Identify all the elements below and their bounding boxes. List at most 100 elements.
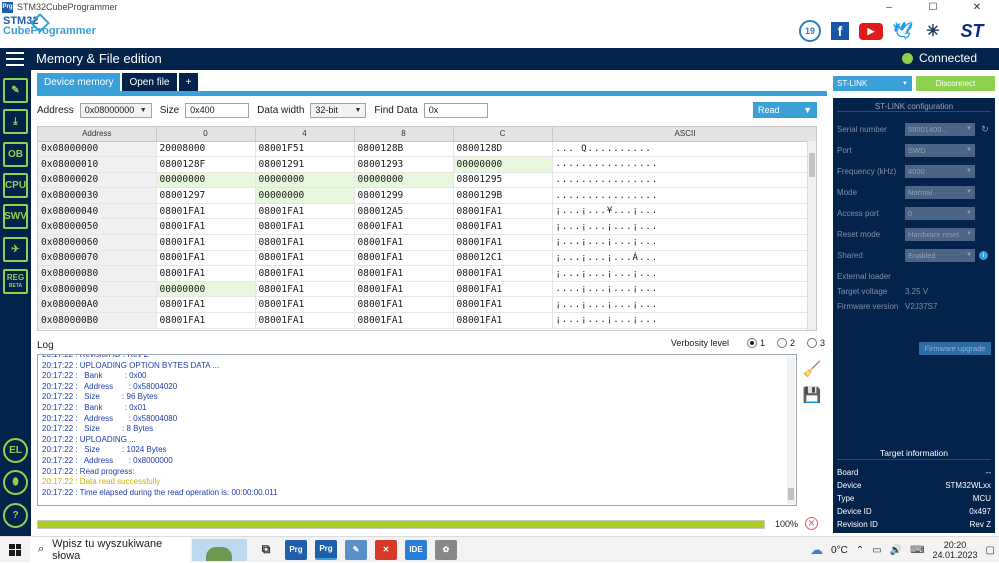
memory-row[interactable]: 0x08000020 00000000 00000000 00000000 080012… xyxy=(38,172,816,189)
show-hidden-icons-icon[interactable]: ⌃ xyxy=(856,545,864,556)
memory-address-cell[interactable]: 0x080000A0 xyxy=(38,296,157,314)
memory-row[interactable]: 0x08000090 00000000 08001FA1 08001FA1 08001F… xyxy=(38,281,816,298)
memory-word-cell[interactable]: 08001FA1 xyxy=(255,281,355,298)
sidebar-cpu-icon[interactable]: CPU xyxy=(3,173,28,198)
sidebar-download-icon[interactable]: ⤓ xyxy=(3,109,28,134)
clear-log-broom-icon[interactable]: 🧹 xyxy=(803,360,822,378)
scrollbar-thumb[interactable] xyxy=(809,153,815,177)
memory-word-cell[interactable]: 08001FA1 xyxy=(156,312,256,329)
memory-word-cell[interactable]: 08001FA1 xyxy=(255,250,355,267)
taskbar-search[interactable]: ⌕ Wpisz tu wyszukiwane słowa xyxy=(30,536,190,563)
sidebar-ob-icon[interactable]: OB xyxy=(3,142,28,167)
memory-row[interactable]: 0x08000080 08001FA1 08001FA1 08001FA1 08001F… xyxy=(38,265,816,282)
memory-word-cell[interactable]: 20008000 xyxy=(156,141,256,158)
memory-row[interactable]: 0x08000030 08001297 00000000 08001299 080012… xyxy=(38,187,816,204)
memory-row[interactable]: 0x08000050 08001FA1 08001FA1 08001FA1 08001F… xyxy=(38,218,816,236)
memory-word-cell[interactable]: 08001FA1 xyxy=(156,218,256,236)
memory-address-cell[interactable]: 0x08000020 xyxy=(38,172,157,189)
network-tray-icon[interactable]: ▭ xyxy=(872,545,881,556)
memory-word-cell[interactable]: 08001FA1 xyxy=(453,218,553,236)
memory-ascii-cell[interactable]: ¡...¡...¡...¡... xyxy=(552,218,816,236)
tab-open-file[interactable]: Open file xyxy=(122,73,177,91)
col-header-4[interactable]: 4 xyxy=(255,127,355,142)
memory-row[interactable]: 0x080000A0 08001FA1 08001FA1 08001FA1 08001F… xyxy=(38,296,816,314)
memory-ascii-cell[interactable]: ¡...¡...¡...Á... xyxy=(552,250,816,267)
verbosity-option-3[interactable]: 3 xyxy=(806,338,825,348)
memory-word-cell[interactable]: 08001FA1 xyxy=(255,265,355,282)
twitter-icon[interactable]: 🕊 xyxy=(893,22,913,40)
taskbar-tool-icon[interactable]: ✕ xyxy=(375,539,397,560)
info-icon[interactable]: i xyxy=(979,250,988,260)
memory-word-cell[interactable]: 08001297 xyxy=(156,187,256,204)
memory-word-cell[interactable]: 00000000 xyxy=(156,172,256,189)
memory-scrollbar[interactable] xyxy=(807,141,816,330)
memory-word-cell[interactable]: 08001FA1 xyxy=(453,281,553,298)
config-dropdown[interactable]: SWD ▼ xyxy=(905,143,975,157)
memory-ascii-cell[interactable]: ¡...¡...¡...¡... xyxy=(552,296,816,314)
memory-row[interactable]: 0x08000040 08001FA1 08001FA1 080012A5 08001F… xyxy=(38,203,816,220)
hamburger-menu-icon[interactable] xyxy=(6,52,24,66)
memory-word-cell[interactable]: 0800129B xyxy=(453,187,553,204)
memory-row[interactable]: 0x080000B0 08001FA1 08001FA1 08001FA1 08001F… xyxy=(38,312,816,329)
taskbar-clock[interactable]: 20:20 24.01.2023 xyxy=(933,540,978,560)
col-header-0[interactable]: 0 xyxy=(156,127,256,142)
memory-word-cell[interactable]: 08001FA1 xyxy=(453,265,553,282)
refresh-icon[interactable]: ↻ xyxy=(979,123,991,135)
notifications-icon[interactable]: ▢ xyxy=(986,545,995,556)
config-dropdown[interactable]: Normal ▼ xyxy=(905,185,975,199)
log-scrollbar[interactable] xyxy=(787,356,795,504)
sidebar-fuota-icon[interactable]: ✈ xyxy=(3,237,28,262)
memory-ascii-cell[interactable]: ¡...¡...¡...¡... xyxy=(552,265,816,282)
memory-word-cell[interactable]: 08001FA1 xyxy=(255,296,355,314)
memory-ascii-cell[interactable]: ¡...¡...¡...¡... xyxy=(552,312,816,329)
config-dropdown[interactable]: Enabled ▼ xyxy=(905,248,975,262)
memory-ascii-cell[interactable]: ................ xyxy=(552,172,816,189)
memory-word-cell[interactable]: 08001FA1 xyxy=(354,250,454,267)
probe-select[interactable]: ST-LINK ▼ xyxy=(833,76,912,91)
memory-word-cell[interactable]: 08001F51 xyxy=(255,141,355,158)
facebook-icon[interactable]: f xyxy=(831,22,849,40)
memory-word-cell[interactable]: 00000000 xyxy=(255,187,355,204)
start-button[interactable] xyxy=(0,537,30,563)
config-dropdown[interactable]: Hardware reset ▼ xyxy=(905,227,975,241)
memory-address-cell[interactable]: 0x08000040 xyxy=(38,203,157,220)
sidebar-help-icon[interactable]: ? xyxy=(3,503,28,528)
config-dropdown[interactable]: 0 ▼ xyxy=(905,206,975,220)
memory-ascii-cell[interactable]: ... Q.......... xyxy=(552,141,816,158)
memory-word-cell[interactable]: 080012A5 xyxy=(354,203,454,220)
sidebar-security-icon[interactable]: ⬮ xyxy=(3,470,28,495)
find-data-input[interactable]: 0x xyxy=(423,102,488,118)
memory-grid[interactable]: Address 0 4 8 C ASCII 0x08000000 20008000… xyxy=(37,126,817,331)
tab-add[interactable]: + xyxy=(178,73,199,91)
network-icon[interactable]: ✳ xyxy=(923,21,943,41)
memory-word-cell[interactable]: 08001FA1 xyxy=(453,296,553,314)
memory-word-cell[interactable]: 08001FA1 xyxy=(453,234,553,251)
memory-word-cell[interactable]: 08001FA1 xyxy=(453,312,553,329)
maximize-button[interactable]: ☐ xyxy=(911,0,955,14)
sidebar-el-icon[interactable]: EL xyxy=(3,438,28,463)
search-highlight-image[interactable] xyxy=(192,538,247,561)
config-dropdown[interactable]: 4000 ▼ xyxy=(905,164,975,178)
memory-address-cell[interactable]: 0x08000090 xyxy=(38,281,157,298)
disconnect-button[interactable]: Disconnect xyxy=(916,76,995,91)
memory-word-cell[interactable]: 08001291 xyxy=(255,156,355,173)
memory-word-cell[interactable]: 08001293 xyxy=(354,156,454,173)
tab-device-memory[interactable]: Device memory xyxy=(37,73,121,91)
memory-address-cell[interactable]: 0x08000080 xyxy=(38,265,157,282)
read-button[interactable]: Read ▼ xyxy=(753,102,817,118)
weather-cloud-icon[interactable]: ☁ xyxy=(810,542,823,558)
memory-ascii-cell[interactable]: ¡...¡...¥...¡... xyxy=(552,203,816,220)
col-header-c[interactable]: C xyxy=(453,127,553,142)
memory-word-cell[interactable]: 080012C1 xyxy=(453,250,553,267)
memory-word-cell[interactable]: 08001FA1 xyxy=(354,218,454,236)
memory-row[interactable]: 0x08000070 08001FA1 08001FA1 08001FA1 080012… xyxy=(38,250,816,267)
weather-temperature[interactable]: 0°C xyxy=(831,545,848,556)
radio-icon[interactable] xyxy=(806,338,817,348)
memory-word-cell[interactable]: 00000000 xyxy=(453,156,553,173)
taskbar-prg-2-icon[interactable]: Prg xyxy=(315,539,337,560)
memory-row[interactable]: 0x08000000 20008000 08001F51 0800128B 080012… xyxy=(38,141,816,158)
sidebar-reg-icon[interactable]: REG BETA xyxy=(3,269,28,294)
sidebar-swv-icon[interactable]: SWV xyxy=(3,204,28,229)
memory-word-cell[interactable]: 08001FA1 xyxy=(354,296,454,314)
anniversary-icon[interactable]: 19 xyxy=(799,20,821,42)
